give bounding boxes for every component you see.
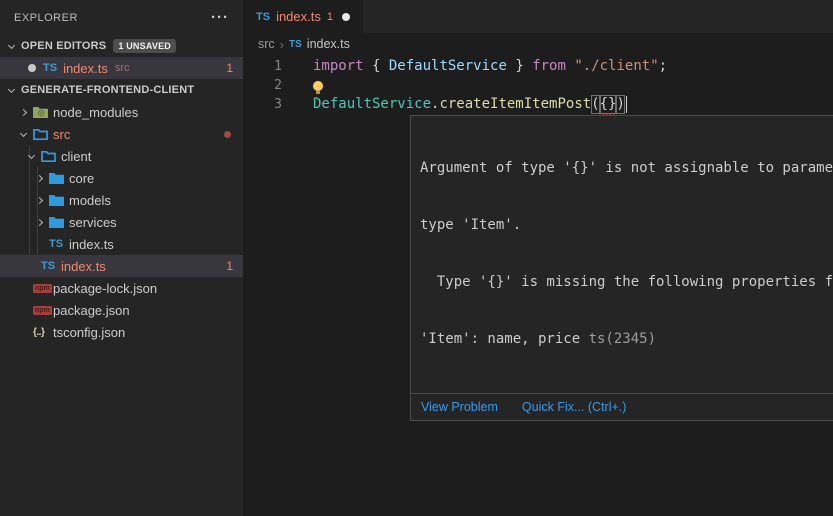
tree-item-package-json[interactable]: npm package.json — [0, 299, 243, 321]
chevron-down-icon — [8, 85, 15, 92]
line-number: 3 — [243, 95, 282, 114]
breadcrumb-folder[interactable]: src — [258, 37, 275, 51]
chevron-right-icon: › — [280, 37, 284, 52]
chevron-down-icon — [24, 153, 41, 160]
chevron-right-icon — [16, 110, 33, 115]
error-message-line: Type '{}' is missing the following prope… — [420, 273, 833, 292]
error-count-badge: 1 — [226, 259, 233, 273]
typescript-icon: TS — [289, 39, 302, 50]
typescript-icon: TS — [41, 260, 60, 272]
error-message-line: 'Item': name, price ts(2345) — [420, 330, 833, 349]
typescript-icon: TS — [49, 238, 68, 250]
json-icon: {..} — [33, 327, 52, 338]
view-problem-link[interactable]: View Problem — [421, 400, 498, 414]
error-message: Argument of type '{}' is not assignable … — [411, 116, 833, 393]
lightbulb-icon[interactable] — [313, 81, 323, 91]
error-count-badge: 1 — [226, 61, 233, 75]
code-editor[interactable]: 1 import { DefaultService } from "./clie… — [243, 55, 833, 114]
unsaved-dot-icon[interactable] — [342, 13, 350, 21]
code-token: import — [313, 57, 364, 76]
code-token: DefaultService — [389, 57, 507, 76]
error-code: ts(2345) — [589, 331, 656, 347]
tree-item-src[interactable]: src — [0, 123, 243, 145]
code-token-error: {} — [600, 95, 617, 114]
tooltip-actions: View Problem Quick Fix... (Ctrl+.) — [411, 393, 833, 420]
error-tooltip: Argument of type '{}' is not assignable … — [410, 115, 833, 421]
tree-item-index-ts-src[interactable]: TS index.ts 1 — [0, 255, 243, 277]
chevron-right-icon — [32, 198, 49, 203]
text-cursor — [626, 96, 628, 113]
tree-item-index-ts-client[interactable]: TS index.ts — [0, 233, 243, 255]
code-line-2: 2 — [243, 76, 833, 95]
explorer-sidebar: EXPLORER ··· OPEN EDITORS 1 UNSAVED TS i… — [0, 0, 243, 516]
chevron-right-icon — [32, 220, 49, 225]
tree-item-package-lock-json[interactable]: npm package-lock.json — [0, 277, 243, 299]
node-modules-folder-icon — [33, 106, 52, 118]
typescript-icon: TS — [256, 11, 270, 23]
code-token — [566, 57, 574, 76]
error-message-line: type 'Item'. — [420, 216, 833, 235]
tab-index-ts[interactable]: TS index.ts 1 — [243, 0, 363, 33]
tab-error-count: 1 — [327, 11, 333, 23]
code-token: "./client" — [574, 57, 658, 76]
code-token: DefaultService — [313, 95, 431, 114]
code-token: { — [364, 57, 389, 76]
editor-area: TS index.ts 1 src › TS index.ts 1 import… — [243, 0, 833, 516]
error-message-line: Argument of type '{}' is not assignable … — [420, 159, 833, 178]
unsaved-count-badge: 1 UNSAVED — [113, 39, 176, 53]
more-actions-icon[interactable]: ··· — [211, 9, 229, 26]
typescript-icon: TS — [43, 62, 57, 74]
code-line-1: 1 import { DefaultService } from "./clie… — [243, 57, 833, 76]
vscode-window: EXPLORER ··· OPEN EDITORS 1 UNSAVED TS i… — [0, 0, 833, 516]
line-number: 2 — [243, 76, 282, 95]
code-token: from — [532, 57, 566, 76]
explorer-header: EXPLORER ··· — [0, 0, 243, 35]
tree-item-models[interactable]: models — [0, 189, 243, 211]
code-token: } — [507, 57, 532, 76]
workspace-label: GENERATE-FRONTEND-CLIENT — [21, 84, 194, 96]
tree-item-node-modules[interactable]: node_modules — [0, 101, 243, 123]
error-dot-badge — [224, 131, 231, 138]
tree-item-client[interactable]: client — [0, 145, 243, 167]
folder-icon — [49, 172, 68, 184]
open-folder-icon — [33, 128, 52, 140]
code-token: createItemItemPost — [439, 95, 591, 114]
tree-item-core[interactable]: core — [0, 167, 243, 189]
modified-dot-icon — [28, 64, 36, 72]
code-token: ; — [659, 57, 667, 76]
breadcrumb: src › TS index.ts — [243, 33, 833, 55]
file-tree: node_modules src client — [0, 101, 243, 343]
tab-bar: TS index.ts 1 — [243, 0, 833, 33]
tree-item-tsconfig-json[interactable]: {..} tsconfig.json — [0, 321, 243, 343]
quick-fix-link[interactable]: Quick Fix... (Ctrl+.) — [522, 400, 627, 414]
open-folder-icon — [41, 150, 60, 162]
explorer-title: EXPLORER — [14, 12, 78, 24]
code-line-3: 3 DefaultService.createItemItemPost({}) — [243, 95, 833, 114]
folder-icon — [49, 194, 68, 206]
code-token: . — [431, 95, 439, 114]
open-editor-item-index-ts[interactable]: TS index.ts src 1 — [0, 57, 243, 79]
open-editor-filename: index.ts — [63, 61, 108, 76]
code-token-bracket: ) — [616, 95, 624, 114]
npm-icon: npm — [33, 284, 52, 293]
folder-icon — [49, 216, 68, 228]
workspace-section-header[interactable]: GENERATE-FRONTEND-CLIENT — [0, 79, 243, 101]
breadcrumb-file[interactable]: index.ts — [307, 37, 350, 51]
npm-icon: npm — [33, 306, 52, 315]
chevron-down-icon — [16, 131, 33, 138]
chevron-down-icon — [8, 41, 15, 48]
line-number: 1 — [243, 57, 282, 76]
tab-filename: index.ts — [276, 9, 321, 24]
open-editors-label: OPEN EDITORS — [21, 40, 106, 52]
code-token-bracket: ( — [591, 95, 599, 114]
open-editor-folder: src — [115, 62, 130, 74]
chevron-right-icon — [32, 176, 49, 181]
open-editors-section-header[interactable]: OPEN EDITORS 1 UNSAVED — [0, 35, 243, 57]
tree-item-services[interactable]: services — [0, 211, 243, 233]
